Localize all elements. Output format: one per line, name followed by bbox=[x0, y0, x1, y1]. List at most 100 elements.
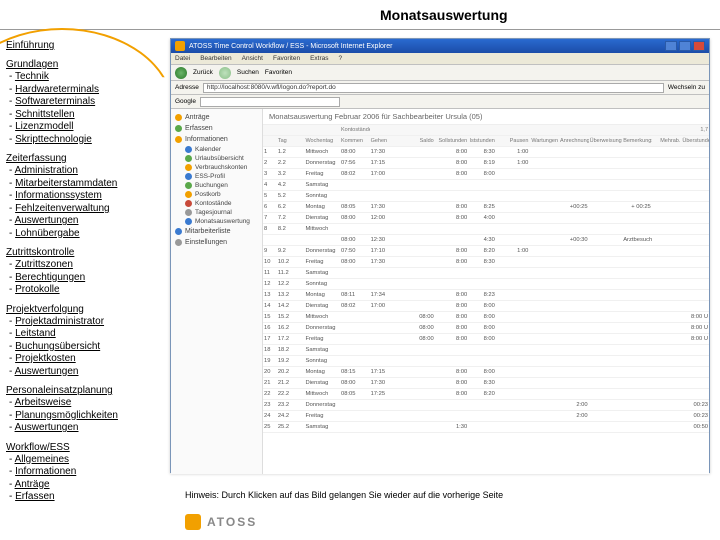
nav-top-link[interactable]: Einführung bbox=[6, 40, 161, 51]
app-nav-head[interactable]: Einstellungen bbox=[173, 237, 260, 248]
app-nav-item[interactable]: Kontostände bbox=[173, 199, 260, 208]
table-header: Kontostände: 1%1,7 bbox=[263, 125, 709, 136]
report-title: Monatsauswertung Februar 2006 für Sachbe… bbox=[263, 109, 709, 125]
menu-item[interactable]: Favoriten bbox=[273, 55, 300, 62]
nav-section-head[interactable]: Zutrittskontrolle bbox=[6, 247, 161, 259]
go-button[interactable]: Wechseln zu bbox=[668, 84, 705, 91]
nav-item[interactable]: - Leitstand bbox=[6, 328, 161, 341]
app-nav-item[interactable]: Urlaubsübersicht bbox=[173, 154, 260, 163]
nav-item[interactable]: - Mitarbeiterstammdaten bbox=[6, 178, 161, 191]
nav-section-head[interactable]: Grundlagen bbox=[6, 59, 161, 71]
table-row: 1919.2Sonntag bbox=[263, 356, 709, 367]
google-search-input[interactable] bbox=[200, 97, 340, 107]
ie-toolbar: Zurück Suchen Favoriten bbox=[171, 65, 709, 81]
google-label: Google bbox=[175, 98, 196, 105]
titlebar: ATOSS Time Control Workflow / ESS - Micr… bbox=[171, 39, 709, 53]
app-nav-item[interactable]: Verbrauchskonten bbox=[173, 163, 260, 172]
table-row: 2222.2Mittwoch08:0517:258:008:20 bbox=[263, 389, 709, 400]
table-row: 1414.2Dienstag08:0217:008:008:00 bbox=[263, 301, 709, 312]
maximize-button[interactable] bbox=[679, 41, 691, 51]
table-row: 1515.2Mittwoch08:008:008:008:00 U bbox=[263, 312, 709, 323]
nav-item[interactable]: - Softwareterminals bbox=[6, 96, 161, 109]
menu-item[interactable]: Bearbeiten bbox=[200, 55, 231, 62]
nav-item[interactable]: - Allgemeines bbox=[6, 454, 161, 467]
nav-item[interactable]: - Skripttechnologie bbox=[6, 134, 161, 147]
nav-item[interactable]: - Erfassen bbox=[6, 491, 161, 504]
nav-item[interactable]: - Protokolle bbox=[6, 284, 161, 297]
nav-item[interactable]: - Auswertungen bbox=[6, 366, 161, 379]
table-row: 99.2Donnerstag07:5017:108:008:201:00 bbox=[263, 246, 709, 257]
table-row: 88.2Mittwoch bbox=[263, 224, 709, 235]
nav-item[interactable]: - Anträge bbox=[6, 479, 161, 492]
nav-item[interactable]: - Hardwareterminals bbox=[6, 84, 161, 97]
close-button[interactable] bbox=[693, 41, 705, 51]
app-nav-item[interactable]: Monatsauswertung bbox=[173, 217, 260, 226]
forward-icon[interactable] bbox=[219, 67, 231, 79]
app-nav: AnträgeErfassenInformationenKalenderUrla… bbox=[171, 109, 263, 474]
menu-item[interactable]: Datei bbox=[175, 55, 190, 62]
table-row: 33.2Freitag08:0217:008:008:00 bbox=[263, 169, 709, 180]
table-row: 2323.2Donnerstag2:0000:23 bbox=[263, 400, 709, 411]
nav-item[interactable]: - Projektkosten bbox=[6, 353, 161, 366]
nav-item[interactable]: - Fehlzeitenverwaltung bbox=[6, 203, 161, 216]
nav-item[interactable]: - Arbeitsweise bbox=[6, 397, 161, 410]
browser-window[interactable]: ATOSS Time Control Workflow / ESS - Micr… bbox=[170, 38, 710, 473]
nav-item[interactable]: - Schnittstellen bbox=[6, 109, 161, 122]
table-row: 2424.2Freitag2:0000:23 bbox=[263, 411, 709, 422]
logo-text: ATOSS bbox=[207, 515, 257, 529]
nav-item[interactable]: - Planungsmöglichkeiten bbox=[6, 410, 161, 423]
menu-item[interactable]: Extras bbox=[310, 55, 328, 62]
app-nav-item[interactable]: Tagesjournal bbox=[173, 208, 260, 217]
app-nav-head[interactable]: Mitarbeiterliste bbox=[173, 226, 260, 237]
search-label[interactable]: Suchen bbox=[237, 69, 259, 76]
menubar: Datei Bearbeiten Ansicht Favoriten Extras? bbox=[171, 53, 709, 65]
page-title: Monatsauswertung bbox=[380, 7, 508, 23]
table-row: 2020.2Montag08:1517:158:008:00 bbox=[263, 367, 709, 378]
nav-section-head[interactable]: Zeiterfassung bbox=[6, 153, 161, 165]
table-row: 66.2Montag08:0517:308:008:25+00:25+ 00:2… bbox=[263, 202, 709, 213]
minimize-button[interactable] bbox=[665, 41, 677, 51]
table-row: 1212.2Sonntag bbox=[263, 279, 709, 290]
nav-item[interactable]: - Buchungsübersicht bbox=[6, 341, 161, 354]
app-nav-head[interactable]: Informationen bbox=[173, 134, 260, 145]
nav-item[interactable]: - Technik bbox=[6, 71, 161, 84]
table-row: 08:0012:304:30+00:30Arztbesuch bbox=[263, 235, 709, 246]
fav-label[interactable]: Favoriten bbox=[265, 69, 292, 76]
address-input[interactable]: http://localhost:8080/v.wfl/logon.do?rep… bbox=[203, 83, 664, 93]
app-main: Monatsauswertung Februar 2006 für Sachbe… bbox=[263, 109, 709, 474]
table-row: 1616.2Donnerstag08:008:008:008:00 U bbox=[263, 323, 709, 334]
nav-section-head[interactable]: Projektverfolgung bbox=[6, 304, 161, 316]
nav-item[interactable]: - Lizenzmodell bbox=[6, 121, 161, 134]
nav-section-head[interactable]: Personaleinsatzplanung bbox=[6, 385, 161, 397]
nav-item[interactable]: - Administration bbox=[6, 165, 161, 178]
back-label[interactable]: Zurück bbox=[193, 69, 213, 76]
window-buttons bbox=[665, 41, 705, 51]
nav-item[interactable]: - Auswertungen bbox=[6, 215, 161, 228]
address-bar: Adresse http://localhost:8080/v.wfl/logo… bbox=[171, 81, 709, 95]
app-nav-item[interactable]: Buchungen bbox=[173, 181, 260, 190]
nav-item[interactable]: - Berechtigungen bbox=[6, 272, 161, 285]
app-nav-head[interactable]: Erfassen bbox=[173, 123, 260, 134]
table-row: 44.2Samstag bbox=[263, 180, 709, 191]
menu-item[interactable]: ? bbox=[339, 55, 343, 62]
nav-section-head[interactable]: Workflow/ESS bbox=[6, 442, 161, 454]
google-toolbar: Google bbox=[171, 95, 709, 109]
nav-item[interactable]: - Informationen bbox=[6, 466, 161, 479]
app-nav-head[interactable]: Anträge bbox=[173, 112, 260, 123]
menu-item[interactable]: Ansicht bbox=[242, 55, 263, 62]
table-row: 2525.2Samstag1:3000:50 bbox=[263, 422, 709, 433]
table-row: 55.2Sonntag bbox=[263, 191, 709, 202]
app-nav-item[interactable]: ESS-Profil bbox=[173, 172, 260, 181]
nav-item[interactable]: - Auswertungen bbox=[6, 422, 161, 435]
table-row: 2121.2Dienstag08:0017:308:008:30 bbox=[263, 378, 709, 389]
app-nav-item[interactable]: Postkorb bbox=[173, 190, 260, 199]
nav-item[interactable]: - Informationssystem bbox=[6, 190, 161, 203]
app-nav-item[interactable]: Kalender bbox=[173, 145, 260, 154]
nav-item[interactable]: - Zutrittszonen bbox=[6, 259, 161, 272]
sidebar: Einführung Grundlagen- Technik- Hardware… bbox=[6, 40, 161, 511]
table-row: 1717.2Freitag08:008:008:008:00 U bbox=[263, 334, 709, 345]
back-icon[interactable] bbox=[175, 67, 187, 79]
nav-item[interactable]: - Lohnübergabe bbox=[6, 228, 161, 241]
table-row: 22.2Donnerstag07:5617:158:008:191:00 bbox=[263, 158, 709, 169]
nav-item[interactable]: - Projektadministrator bbox=[6, 316, 161, 329]
